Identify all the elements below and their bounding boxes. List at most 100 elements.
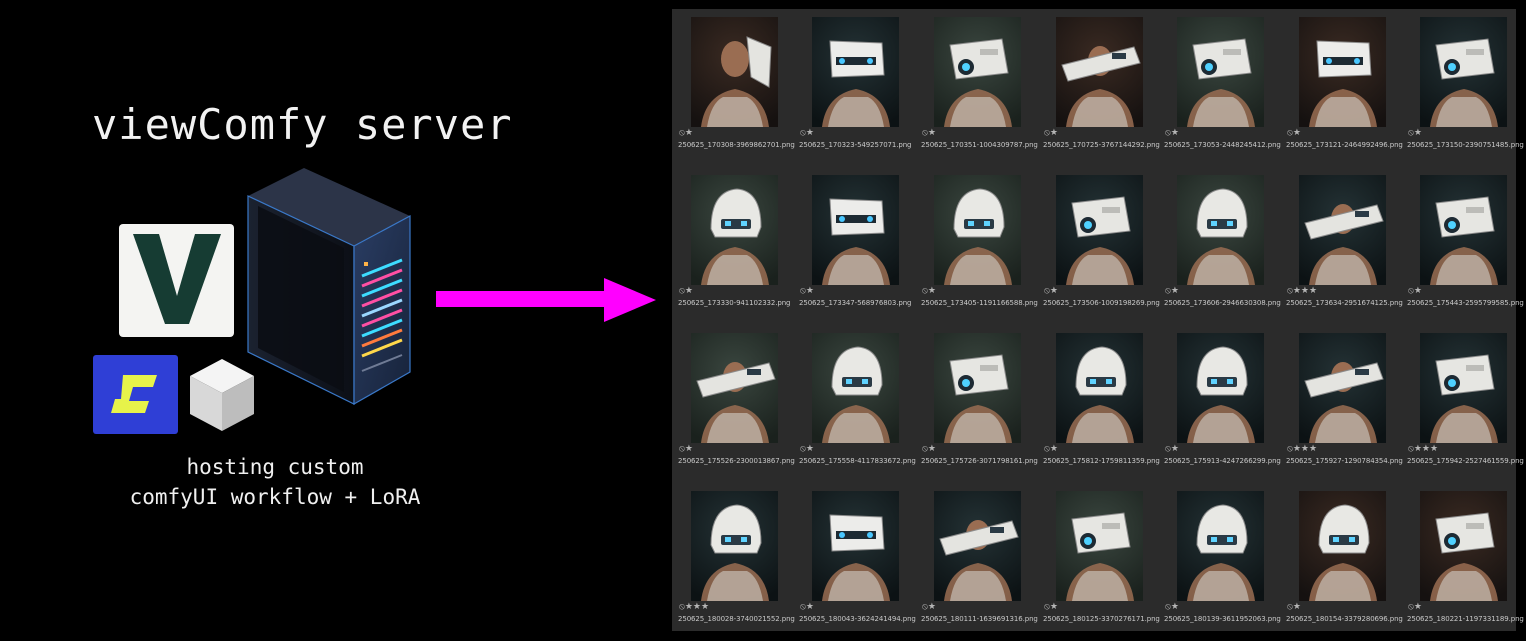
rating-stars[interactable]: ⦸★★★: [1408, 444, 1438, 454]
gallery-thumbnail[interactable]: [691, 333, 778, 443]
gallery-item[interactable]: ⦸★ 250625_175443-2595799585.png: [1407, 175, 1525, 325]
gallery-item[interactable]: ⦸★ 250625_180139-3611952063.png: [1164, 491, 1282, 641]
gallery-item[interactable]: ⦸★ 250625_173330-941102332.png: [678, 175, 796, 325]
gallery-thumbnail[interactable]: [1420, 491, 1507, 601]
file-name: 250625_173634-2951674125.png: [1286, 299, 1403, 307]
gallery-thumbnail[interactable]: [812, 333, 899, 443]
rating-stars[interactable]: ⦸★: [800, 128, 814, 138]
gallery-thumbnail[interactable]: [1056, 175, 1143, 285]
gallery-item[interactable]: ⦸★ 250625_170725-3767144292.png: [1043, 17, 1161, 167]
file-name: 250625_173506-1009198269.png: [1043, 299, 1160, 307]
gallery-thumbnail[interactable]: [812, 491, 899, 601]
gallery-thumbnail[interactable]: [934, 175, 1021, 285]
gallery-item[interactable]: ⦸★ 250625_180221-1197331189.png: [1407, 491, 1525, 641]
file-name: 250625_173150-2390751485.png: [1407, 141, 1524, 149]
gallery-item[interactable]: ⦸★ 250625_170308-3969862701.png: [678, 17, 796, 167]
gallery-item[interactable]: ⦸★ 250625_173347-568976803.png: [799, 175, 917, 325]
file-name: 250625_170351-1004309787.png: [921, 141, 1038, 149]
rating-stars[interactable]: ⦸★: [1165, 286, 1179, 296]
server-rack-icon: [246, 166, 412, 406]
rating-stars[interactable]: ⦸★: [922, 444, 936, 454]
file-name: 250625_175812-1759811359.png: [1043, 457, 1160, 465]
file-name: 250625_173606-2946630308.png: [1164, 299, 1281, 307]
rating-stars[interactable]: ⦸★: [800, 602, 814, 612]
gallery-item[interactable]: ⦸★ 250625_173150-2390751485.png: [1407, 17, 1525, 167]
rating-stars[interactable]: ⦸★: [679, 286, 693, 296]
gallery-item[interactable]: ⦸★ 250625_170351-1004309787.png: [921, 17, 1039, 167]
gallery-thumbnail[interactable]: [1177, 175, 1264, 285]
rating-stars[interactable]: ⦸★: [1165, 444, 1179, 454]
gallery-thumbnail[interactable]: [1299, 175, 1386, 285]
rating-stars[interactable]: ⦸★★★: [1287, 286, 1317, 296]
rating-stars[interactable]: ⦸★: [1408, 602, 1422, 612]
gallery-item[interactable]: ⦸★ 250625_175726-3071798161.png: [921, 333, 1039, 483]
rating-stars[interactable]: ⦸★★★: [1287, 444, 1317, 454]
gallery-item[interactable]: ⦸★ 250625_173506-1009198269.png: [1043, 175, 1161, 325]
gallery-item[interactable]: ⦸★ 250625_175913-4247266299.png: [1164, 333, 1282, 483]
gallery-thumbnail[interactable]: [1177, 333, 1264, 443]
gallery-item[interactable]: ⦸★ 250625_170323-549257071.png: [799, 17, 917, 167]
gallery-item[interactable]: ⦸★ 250625_180125-3370276171.png: [1043, 491, 1161, 641]
gallery-thumbnail[interactable]: [1056, 491, 1143, 601]
gallery-thumbnail[interactable]: [1299, 491, 1386, 601]
file-name: 250625_170308-3969862701.png: [678, 141, 795, 149]
gallery-thumbnail[interactable]: [1056, 333, 1143, 443]
rating-stars[interactable]: ⦸★: [922, 286, 936, 296]
gallery-item[interactable]: ⦸★ 250625_180111-1639691316.png: [921, 491, 1039, 641]
gallery-thumbnail[interactable]: [1299, 333, 1386, 443]
gallery-thumbnail[interactable]: [691, 17, 778, 127]
gallery-item[interactable]: ⦸★★★ 250625_175942-2527461559.png: [1407, 333, 1525, 483]
gallery-thumbnail[interactable]: [812, 17, 899, 127]
file-name: 250625_175927-1290784354.png: [1286, 457, 1403, 465]
gallery-item[interactable]: ⦸★ 250625_173405-1191166588.png: [921, 175, 1039, 325]
gallery-item[interactable]: ⦸★ 250625_173121-2464992496.png: [1286, 17, 1404, 167]
gallery-thumbnail[interactable]: [1420, 17, 1507, 127]
gallery-thumbnail[interactable]: [691, 175, 778, 285]
file-name: 250625_173405-1191166588.png: [921, 299, 1038, 307]
caption-line-1: hosting custom: [186, 455, 364, 479]
gallery-thumbnail[interactable]: [934, 491, 1021, 601]
rating-stars[interactable]: ⦸★: [1287, 602, 1301, 612]
rating-stars[interactable]: ⦸★: [1408, 286, 1422, 296]
rating-stars[interactable]: ⦸★: [1165, 602, 1179, 612]
gallery-item[interactable]: ⦸★★★ 250625_180028-3740021552.png: [678, 491, 796, 641]
rating-stars[interactable]: ⦸★: [1044, 444, 1058, 454]
rating-stars[interactable]: ⦸★: [1044, 286, 1058, 296]
file-name: 250625_180028-3740021552.png: [678, 615, 795, 623]
gallery-item[interactable]: ⦸★★★ 250625_175927-1290784354.png: [1286, 333, 1404, 483]
rating-stars[interactable]: ⦸★: [800, 444, 814, 454]
gallery-thumbnail[interactable]: [934, 333, 1021, 443]
gallery-item[interactable]: ⦸★ 250625_180043-3624241494.png: [799, 491, 917, 641]
rating-stars[interactable]: ⦸★: [1408, 128, 1422, 138]
file-name: 250625_173330-941102332.png: [678, 299, 791, 307]
gallery-item[interactable]: ⦸★ 250625_180154-3379280696.png: [1286, 491, 1404, 641]
rating-stars[interactable]: ⦸★: [1287, 128, 1301, 138]
gallery-thumbnail[interactable]: [1420, 175, 1507, 285]
gallery-item[interactable]: ⦸★ 250625_173606-2946630308.png: [1164, 175, 1282, 325]
rating-stars[interactable]: ⦸★: [800, 286, 814, 296]
file-name: 250625_173121-2464992496.png: [1286, 141, 1403, 149]
gallery-item[interactable]: ⦸★★★ 250625_173634-2951674125.png: [1286, 175, 1404, 325]
file-name: 250625_173053-2448245412.png: [1164, 141, 1281, 149]
gallery-thumbnail[interactable]: [691, 491, 778, 601]
gallery-thumbnail[interactable]: [1177, 17, 1264, 127]
rating-stars[interactable]: ⦸★: [679, 128, 693, 138]
rating-stars[interactable]: ⦸★: [1165, 128, 1179, 138]
gallery-thumbnail[interactable]: [1420, 333, 1507, 443]
file-name: 250625_180043-3624241494.png: [799, 615, 916, 623]
gallery-thumbnail[interactable]: [1299, 17, 1386, 127]
rating-stars[interactable]: ⦸★★★: [679, 602, 709, 612]
rating-stars[interactable]: ⦸★: [922, 602, 936, 612]
rating-stars[interactable]: ⦸★: [1044, 602, 1058, 612]
rating-stars[interactable]: ⦸★: [679, 444, 693, 454]
gallery-thumbnail[interactable]: [812, 175, 899, 285]
gallery-thumbnail[interactable]: [934, 17, 1021, 127]
gallery-item[interactable]: ⦸★ 250625_175526-2300013867.png: [678, 333, 796, 483]
gallery-thumbnail[interactable]: [1177, 491, 1264, 601]
gallery-thumbnail[interactable]: [1056, 17, 1143, 127]
rating-stars[interactable]: ⦸★: [1044, 128, 1058, 138]
gallery-item[interactable]: ⦸★ 250625_173053-2448245412.png: [1164, 17, 1282, 167]
gallery-item[interactable]: ⦸★ 250625_175558-4117833672.png: [799, 333, 917, 483]
rating-stars[interactable]: ⦸★: [922, 128, 936, 138]
gallery-item[interactable]: ⦸★ 250625_175812-1759811359.png: [1043, 333, 1161, 483]
